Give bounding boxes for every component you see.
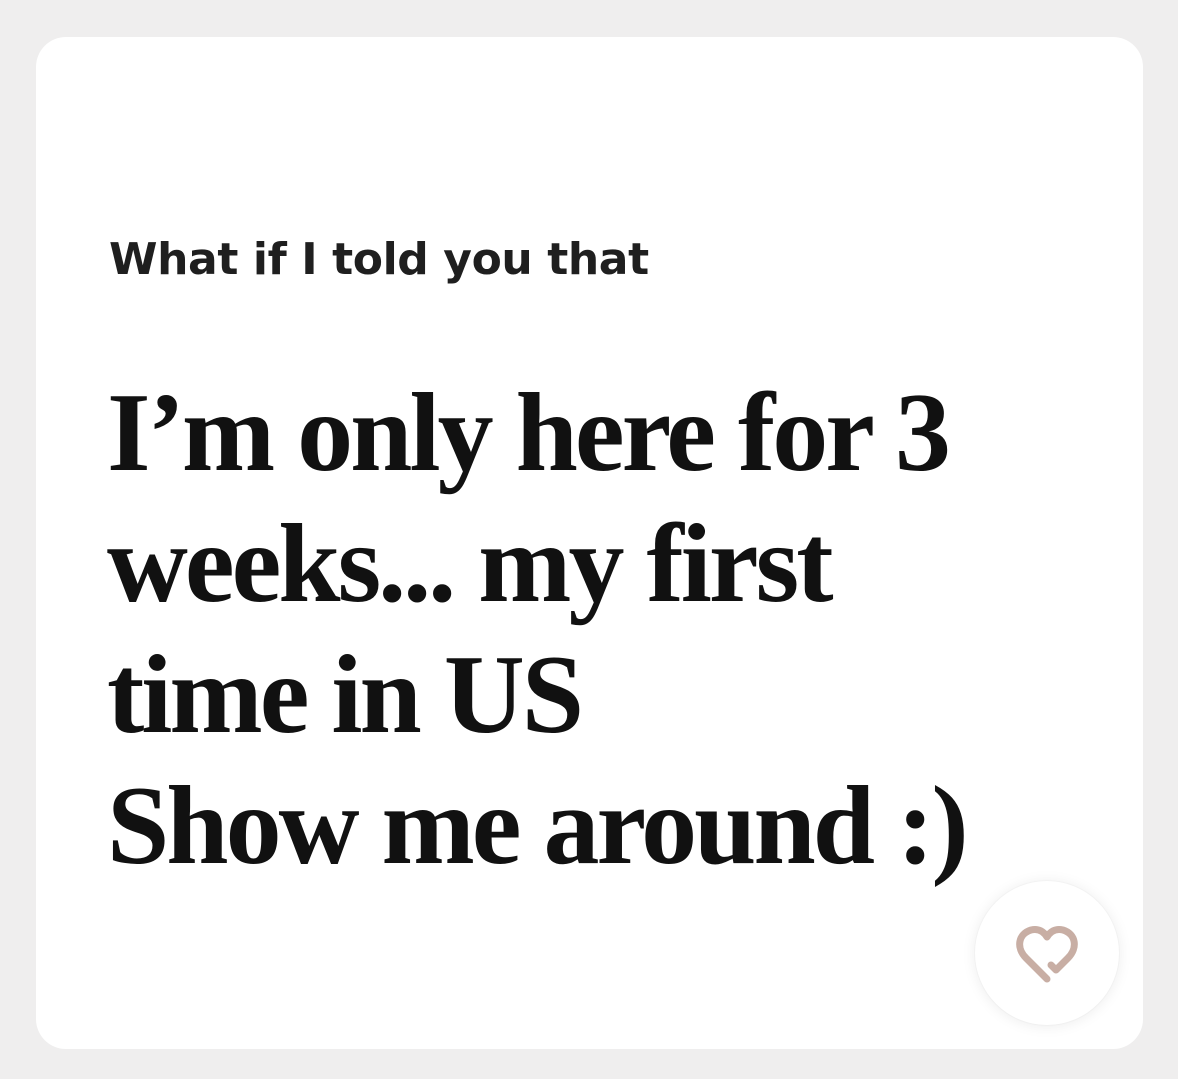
answer-line: I’m only here for 3 [107,371,951,495]
prompt-label: What if I told you that [109,234,649,285]
answer-line: Show me around :) [107,764,969,888]
prompt-answer: I’m only here for 3 weeks... my first ti… [107,368,1007,892]
answer-line: time in US [107,633,584,757]
heart-icon [1016,926,1078,983]
like-button[interactable] [975,881,1119,1025]
prompt-card: What if I told you that I’m only here fo… [36,37,1143,1049]
answer-line: weeks... my first [107,502,833,626]
